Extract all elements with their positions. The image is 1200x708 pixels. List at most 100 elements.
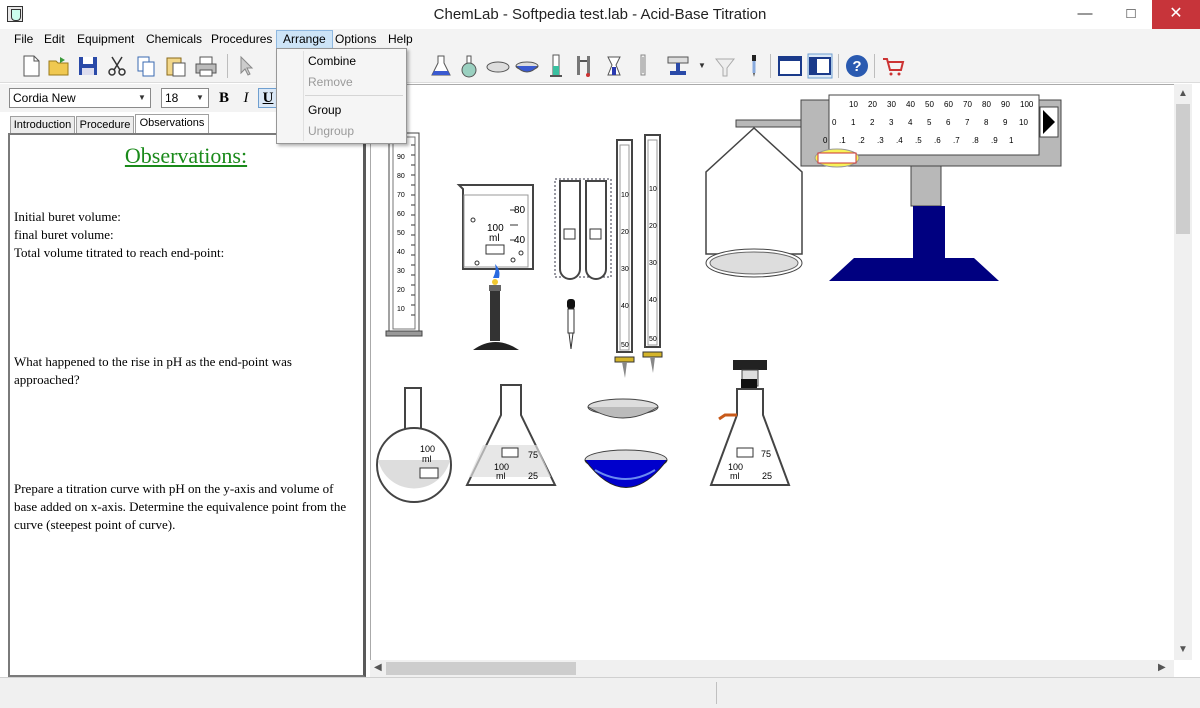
cyl-tick: 20 xyxy=(397,287,405,294)
balance-label: 80 xyxy=(982,100,991,109)
italic-button[interactable]: I xyxy=(236,88,256,108)
menu-options[interactable]: Options xyxy=(329,30,382,49)
menu-item-combine[interactable]: Combine xyxy=(308,54,356,68)
filter-flask[interactable]: 75 100 ml 25 xyxy=(709,360,791,486)
balance-label: .2 xyxy=(858,136,865,145)
svg-text:?: ? xyxy=(852,58,861,75)
chevron-down-icon: ▼ xyxy=(138,93,146,102)
cyl-tick: 50 xyxy=(397,230,405,237)
scroll-down-icon[interactable]: ▼ xyxy=(1178,644,1188,655)
menu-procedures[interactable]: Procedures xyxy=(205,30,278,49)
dropper[interactable] xyxy=(567,299,575,350)
buret-tick: 10 xyxy=(621,192,629,199)
tab-procedure[interactable]: Procedure xyxy=(76,116,134,134)
font-size-select[interactable]: 18 ▼ xyxy=(161,88,209,108)
beaker[interactable]: 80 100 ml 40 xyxy=(456,184,534,270)
evaporating-dish[interactable] xyxy=(584,449,668,488)
toolbar-separator xyxy=(874,54,875,78)
menu-equipment[interactable]: Equipment xyxy=(71,30,140,49)
cart-icon[interactable] xyxy=(880,53,906,79)
scroll-right-icon[interactable]: ▶ xyxy=(1158,662,1166,673)
observations-panel[interactable]: Observations: Initial buret volume: fina… xyxy=(8,133,366,677)
balance-dropdown-arrow[interactable]: ▼ xyxy=(698,61,706,70)
watch-glass-icon[interactable] xyxy=(485,53,511,79)
balance-label: 6 xyxy=(946,118,951,127)
underline-button[interactable]: U xyxy=(258,88,278,108)
menu-item-group[interactable]: Group xyxy=(308,103,341,117)
buret-tick: 50 xyxy=(621,342,629,349)
balance-label: 5 xyxy=(927,118,932,127)
help-icon[interactable]: ? xyxy=(844,53,870,79)
cyl-tick: 60 xyxy=(397,211,405,218)
print-icon[interactable] xyxy=(193,53,219,79)
window-single-icon[interactable] xyxy=(777,53,803,79)
paste-icon[interactable] xyxy=(163,53,189,79)
question-titration-curve: Prepare a titration curve with pH on the… xyxy=(14,481,347,532)
font-select[interactable]: Cordia New ▼ xyxy=(9,88,151,108)
minimize-button[interactable]: — xyxy=(1062,0,1108,29)
open-folder-icon[interactable] xyxy=(46,53,72,79)
buret-tick: 10 xyxy=(649,186,657,193)
flask-icon[interactable] xyxy=(428,53,454,79)
new-file-icon[interactable] xyxy=(18,53,44,79)
buret-right[interactable]: 10 20 30 40 50 xyxy=(642,134,663,373)
vertical-scrollbar[interactable]: ▲ ▼ xyxy=(1174,84,1192,660)
scroll-left-icon[interactable]: ◀ xyxy=(374,662,382,673)
balance-icon[interactable] xyxy=(665,53,691,79)
copy-icon[interactable] xyxy=(133,53,159,79)
horizontal-scrollbar[interactable]: ◀ ▶ xyxy=(370,660,1174,677)
buret-stand-icon[interactable] xyxy=(572,53,598,79)
menu-arrange[interactable]: Arrange xyxy=(276,30,333,49)
florence-flask[interactable]: 100 ml xyxy=(376,387,452,503)
graduated-cylinder-icon[interactable] xyxy=(543,53,569,79)
question-ph-rise: What happened to the rise in pH as the e… xyxy=(14,354,292,387)
erlenmeyer-flask[interactable]: 75 100 ml 25 xyxy=(465,384,557,486)
final-buret-label: final buret volume: xyxy=(14,227,114,242)
menu-edit[interactable]: Edit xyxy=(38,30,71,49)
balance-label: 40 xyxy=(906,100,915,109)
select-pointer-icon[interactable] xyxy=(233,53,259,79)
florence-flask-icon[interactable] xyxy=(456,53,482,79)
buret-left[interactable]: 10 20 30 40 50 xyxy=(614,139,635,378)
beaker-label: 40 xyxy=(514,235,526,246)
vertical-scroll-thumb[interactable] xyxy=(1176,104,1190,234)
test-tube-rack[interactable] xyxy=(554,178,612,280)
menu-chemicals[interactable]: Chemicals xyxy=(140,30,208,49)
horizontal-scroll-thumb[interactable] xyxy=(386,662,576,675)
bunsen-burner-icon[interactable] xyxy=(601,53,627,79)
filter-flask-label: 25 xyxy=(762,471,772,481)
cyl-tick: 90 xyxy=(397,154,405,161)
cut-scissors-icon[interactable] xyxy=(104,53,130,79)
buret-tick: 30 xyxy=(621,266,629,273)
scroll-up-icon[interactable]: ▲ xyxy=(1178,88,1188,99)
graduated-cylinder[interactable]: 90 80 70 60 50 40 30 20 10 xyxy=(385,132,423,337)
balance-label: 10 xyxy=(1019,118,1028,127)
close-button[interactable]: ✕ xyxy=(1152,0,1200,29)
toolbar-separator xyxy=(770,54,771,78)
toolbar: ▼ ? xyxy=(0,49,1200,83)
save-disk-icon[interactable] xyxy=(75,53,101,79)
dropper-icon[interactable] xyxy=(741,53,767,79)
balance-label: 4 xyxy=(908,118,913,127)
menu-file[interactable]: File xyxy=(8,30,39,49)
flask-label: ml xyxy=(422,454,432,464)
balance-label: .3 xyxy=(877,136,884,145)
hanging-pan[interactable] xyxy=(705,126,803,278)
menu-help[interactable]: Help xyxy=(382,30,419,49)
hourglass-icon[interactable] xyxy=(630,53,656,79)
status-bar xyxy=(0,677,1200,708)
tab-observations[interactable]: Observations xyxy=(135,114,209,135)
window-split-icon[interactable] xyxy=(807,53,833,79)
bold-button[interactable]: B xyxy=(214,88,234,108)
toolbar-separator xyxy=(227,54,228,78)
chevron-down-icon: ▼ xyxy=(196,93,204,102)
maximize-button[interactable]: □ xyxy=(1108,0,1154,29)
balance-label: 100 xyxy=(1020,100,1034,109)
bunsen-burner[interactable] xyxy=(473,264,519,350)
lab-canvas[interactable]: 90 80 70 60 50 40 30 20 10 80 100 ml 40 xyxy=(370,84,1192,660)
funnel-icon[interactable] xyxy=(712,53,738,79)
watch-glass[interactable] xyxy=(587,398,659,419)
cyl-tick: 40 xyxy=(397,249,405,256)
tab-introduction[interactable]: Introduction xyxy=(10,116,75,134)
evaporating-dish-icon[interactable] xyxy=(514,53,540,79)
